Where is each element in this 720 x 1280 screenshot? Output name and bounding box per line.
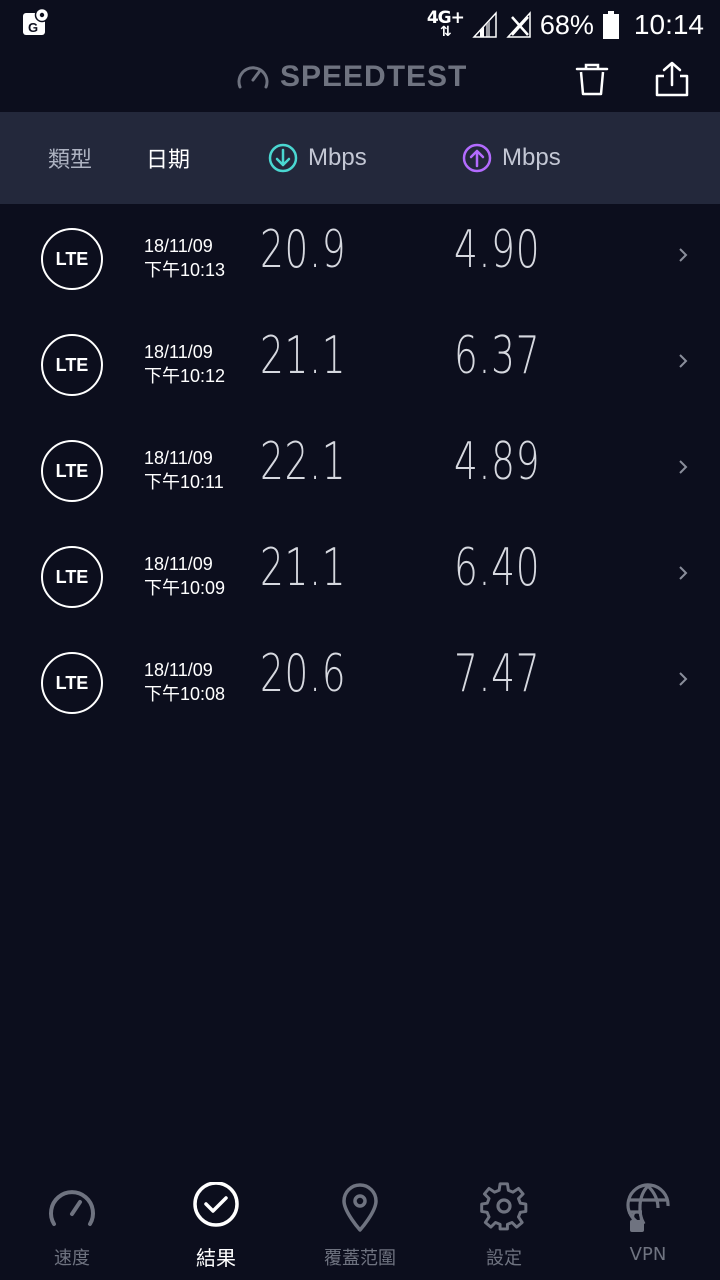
upload-speed: 4.90 [454,220,541,280]
nav-results[interactable]: 結果 [144,1170,288,1280]
app-title: SPEEDTEST [280,60,468,93]
sort-by-download[interactable]: Mbps [268,112,367,204]
download-arrow-icon [268,143,298,173]
result-datetime: 18/11/09 下午10:11 [144,448,224,492]
speedometer-logo-icon [237,66,269,89]
result-datetime: 18/11/09 下午10:12 [144,342,226,386]
download-speed: 20.9 [260,220,347,280]
battery-percent: 68% [539,9,594,40]
signal-no-service-icon [506,11,531,38]
upload-speed: 4.89 [454,432,541,492]
download-speed: 21.1 [260,538,347,598]
sort-by-upload[interactable]: Mbps [462,112,561,204]
sort-by-date[interactable]: 日期 [146,112,190,204]
upload-arrow-icon [462,143,492,173]
result-row[interactable]: LTE 18/11/09 下午10:11 22.1 4.89 [0,416,720,522]
maps-app-icon: G [23,8,50,35]
connection-type-badge: LTE [41,228,103,290]
nav-settings[interactable]: 設定 [432,1170,576,1280]
sort-by-type[interactable]: 類型 [48,112,92,204]
check-circle-icon [193,1182,239,1227]
chevron-right-icon [679,566,688,580]
bottom-navigation: 速度 結果 覆蓋范圍 設定 VPN [0,1170,720,1280]
download-speed: 21.1 [260,326,347,386]
download-speed: 20.6 [260,644,347,704]
download-speed: 22.1 [260,432,347,492]
network-type-indicator: 4G+ ⇅ [426,8,465,40]
app-header: SPEEDTEST [0,50,720,112]
connection-type-badge: LTE [41,334,103,396]
connection-type-badge: LTE [41,440,103,502]
speedometer-icon [49,1190,95,1226]
result-row[interactable]: LTE 18/11/09 下午10:13 20.9 4.90 [0,204,720,310]
results-column-header: 類型 日期 Mbps Mbps [0,112,720,204]
result-datetime: 18/11/09 下午10:09 [144,554,226,598]
nav-coverage[interactable]: 覆蓋范圍 [288,1170,432,1280]
map-pin-icon [342,1183,378,1232]
clock: 10:14 [633,9,704,40]
delete-button[interactable] [572,60,612,100]
globe-lock-icon [626,1183,670,1232]
result-datetime: 18/11/09 下午10:13 [144,236,226,280]
chevron-right-icon [679,354,688,368]
nav-speed[interactable]: 速度 [0,1170,144,1280]
chevron-right-icon [679,248,688,262]
result-row[interactable]: LTE 18/11/09 下午10:09 21.1 6.40 [0,522,720,628]
signal-icon [472,11,497,38]
result-row[interactable]: LTE 18/11/09 下午10:08 20.6 7.47 [0,628,720,734]
share-button[interactable] [652,60,692,100]
status-bar: G 4G+ ⇅ 68% 10:14 [0,0,720,50]
upload-speed: 7.47 [454,644,541,704]
upload-speed: 6.40 [454,538,541,598]
svg-text:G: G [28,20,38,35]
connection-type-badge: LTE [41,546,103,608]
upload-speed: 6.37 [454,326,541,386]
chevron-right-icon [679,672,688,686]
gear-icon [480,1182,528,1231]
result-datetime: 18/11/09 下午10:08 [144,660,226,704]
speedtest-logo: SPEEDTEST [236,60,467,94]
battery-icon [602,11,619,39]
chevron-right-icon [679,460,688,474]
connection-type-badge: LTE [41,652,103,714]
trash-icon [575,63,609,96]
result-row[interactable]: LTE 18/11/09 下午10:12 21.1 6.37 [0,310,720,416]
share-icon [655,61,689,97]
nav-vpn[interactable]: VPN [576,1170,720,1280]
results-list: LTE 18/11/09 下午10:13 20.9 4.90 LTE 18/11… [0,204,720,734]
